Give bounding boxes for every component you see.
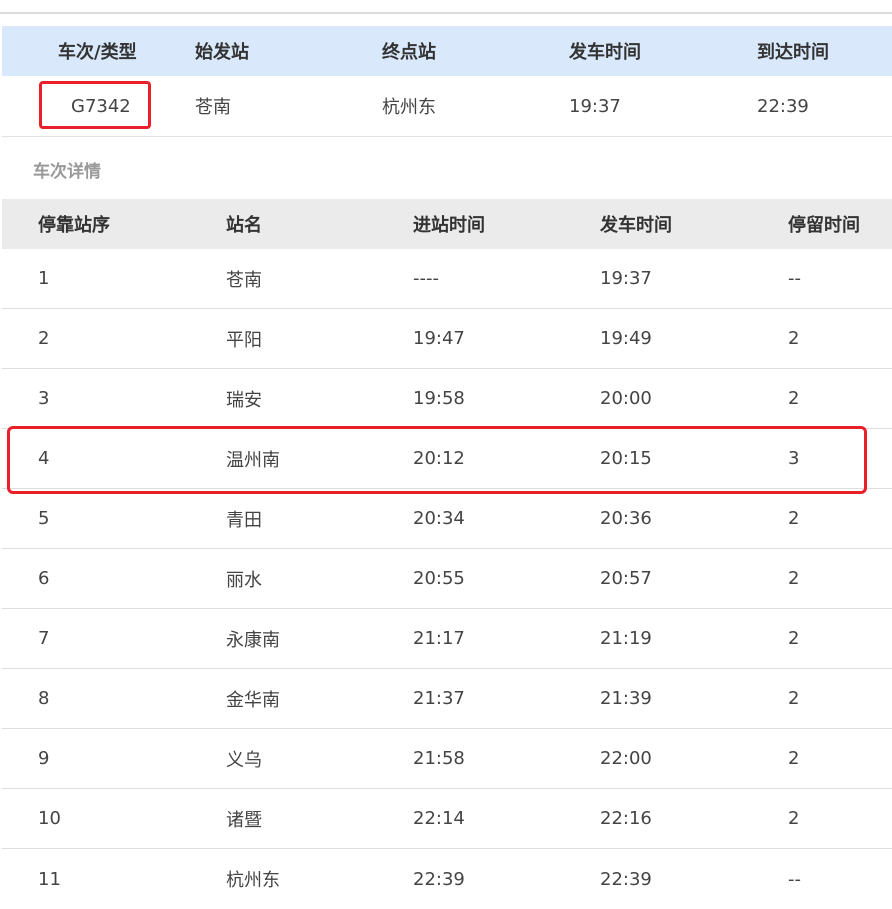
stop-seq: 1 — [38, 268, 50, 289]
header-arrive-time: 到达时间 — [757, 42, 829, 63]
station-name: 瑞安 — [226, 389, 262, 411]
table-row: 2 平阳 19:47 19:49 2 — [2, 309, 892, 369]
stops-header-row: 停靠站序 站名 进站时间 发车时间 停留时间 — [2, 199, 892, 249]
arrive-time: 20:34 — [413, 508, 465, 529]
stop-seq: 11 — [38, 868, 61, 890]
table-row: 7 永康南 21:17 21:19 2 — [2, 609, 892, 669]
depart-time: 21:39 — [600, 688, 652, 709]
stop-seq: 7 — [38, 628, 50, 649]
depart-time: 22:39 — [600, 868, 652, 890]
arrive-time: 19:58 — [413, 388, 465, 409]
header-stay-time: 停留时间 — [788, 215, 860, 236]
arrive-time: 19:47 — [413, 328, 465, 349]
depart-time: 22:00 — [600, 748, 652, 769]
stop-seq: 8 — [38, 688, 50, 709]
details-title: 车次详情 — [33, 162, 101, 182]
station-name: 杭州东 — [226, 870, 280, 891]
arrive-time: 22:39 — [413, 868, 465, 890]
depart-time: 19:49 — [600, 328, 652, 349]
table-row: 3 瑞安 19:58 20:00 2 — [2, 369, 892, 429]
top-divider — [0, 12, 892, 14]
arrive-time: 22:39 — [757, 95, 809, 117]
header-destination: 终点站 — [382, 42, 436, 63]
destination-station: 杭州东 — [382, 97, 436, 118]
stop-seq: 2 — [38, 328, 50, 349]
arrive-time: 20:12 — [413, 448, 465, 469]
summary-data-row: G7342 苍南 杭州东 19:37 22:39 — [2, 76, 892, 137]
station-name: 丽水 — [226, 569, 262, 591]
header-stop-seq: 停靠站序 — [38, 215, 110, 236]
stay-time: 2 — [788, 328, 800, 349]
stop-seq: 3 — [38, 388, 50, 409]
stay-time: 2 — [788, 688, 800, 709]
table-row: 1 苍南 ---- 19:37 -- — [2, 249, 892, 309]
stop-seq: 10 — [38, 808, 61, 829]
depart-time: 22:16 — [600, 808, 652, 829]
table-row: 8 金华南 21:37 21:39 2 — [2, 669, 892, 729]
stop-seq: 9 — [38, 748, 50, 769]
depart-time: 20:57 — [600, 568, 652, 589]
station-name: 永康南 — [226, 629, 280, 651]
header-train-type: 车次/类型 — [58, 42, 137, 63]
depart-time: 20:36 — [600, 508, 652, 529]
station-name: 温州南 — [226, 449, 280, 471]
header-depart-time: 发车时间 — [569, 42, 641, 63]
stay-time: -- — [788, 868, 801, 890]
summary-header-row: 车次/类型 始发站 终点站 发车时间 到达时间 — [2, 26, 892, 76]
table-row: 5 青田 20:34 20:36 2 — [2, 489, 892, 549]
arrive-time: 22:14 — [413, 808, 465, 829]
stay-time: 3 — [788, 448, 800, 469]
table-row: 11 杭州东 22:39 22:39 -- — [2, 849, 892, 909]
stop-seq: 5 — [38, 508, 50, 529]
stay-time: 2 — [788, 508, 800, 529]
header-station-name: 站名 — [226, 215, 262, 236]
depart-time: 19:37 — [569, 95, 621, 117]
table-row: 10 诸暨 22:14 22:16 2 — [2, 789, 892, 849]
header-origin: 始发站 — [195, 42, 249, 63]
arrive-time: ---- — [413, 268, 439, 289]
station-name: 义乌 — [226, 749, 262, 771]
arrive-time: 21:58 — [413, 748, 465, 769]
arrive-time: 21:37 — [413, 688, 465, 709]
station-name: 苍南 — [226, 269, 262, 291]
stop-seq: 4 — [38, 448, 50, 469]
table-row: 4 温州南 20:12 20:15 3 — [2, 429, 892, 489]
arrive-time: 21:17 — [413, 628, 465, 649]
origin-station: 苍南 — [195, 97, 231, 118]
arrive-time: 20:55 — [413, 568, 465, 589]
depart-time: 19:37 — [600, 268, 652, 289]
station-name: 青田 — [226, 509, 262, 531]
table-row: 6 丽水 20:55 20:57 2 — [2, 549, 892, 609]
train-number[interactable]: G7342 — [71, 76, 131, 136]
stop-seq: 6 — [38, 568, 50, 589]
station-name: 金华南 — [226, 689, 280, 711]
stay-time: 2 — [788, 568, 800, 589]
stay-time: 2 — [788, 748, 800, 769]
header-arrive-time: 进站时间 — [413, 215, 485, 236]
stay-time: 2 — [788, 388, 800, 409]
depart-time: 20:00 — [600, 388, 652, 409]
station-name: 诸暨 — [226, 809, 262, 831]
table-row: 9 义乌 21:58 22:00 2 — [2, 729, 892, 789]
depart-time: 21:19 — [600, 628, 652, 649]
stay-time: 2 — [788, 808, 800, 829]
depart-time: 20:15 — [600, 448, 652, 469]
train-summary-table: 车次/类型 始发站 终点站 发车时间 到达时间 G7342 苍南 杭州东 19:… — [2, 26, 892, 137]
station-name: 平阳 — [226, 329, 262, 351]
stay-time: -- — [788, 268, 801, 289]
header-depart-time: 发车时间 — [600, 215, 672, 236]
stay-time: 2 — [788, 628, 800, 649]
stops-table: 停靠站序 站名 进站时间 发车时间 停留时间 1 苍南 ---- 19:37 -… — [2, 199, 892, 909]
